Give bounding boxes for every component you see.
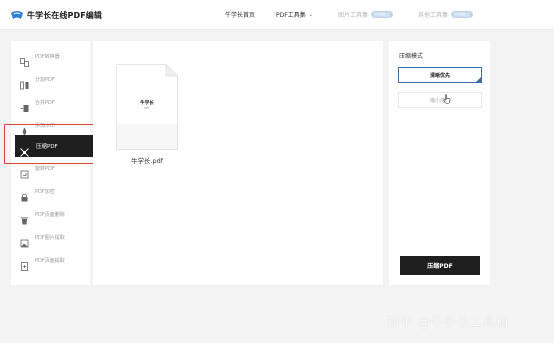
active-tool-highlight (4, 124, 98, 164)
rotate-icon (20, 164, 29, 178)
pdf-file-thumbnail[interactable]: 牛学长 PDF (116, 64, 178, 150)
trash-icon (20, 210, 29, 224)
split-icon (20, 75, 29, 89)
thumbnail-subtitle: PDF (144, 106, 150, 110)
lock-icon (20, 187, 29, 201)
sidebar-item-delete-pages[interactable]: PDF页面删除 (11, 203, 90, 225)
sidebar-item-label: PDF页面删除 (35, 211, 65, 218)
logo-text: 牛学长在线PDF编辑 (27, 10, 102, 20)
nav-other-tools-label: 其他工具集 (418, 12, 449, 19)
sidebar-item-label: 分割PDF (35, 76, 55, 83)
coming-soon-badge: 即将推出 (371, 11, 394, 18)
size-priority-option[interactable]: 缩小优先 (398, 92, 482, 108)
top-navigation-bar: 牛学长在线PDF编辑 牛学长首页 PDF工具集 ⌄ 图片工具集 即将推出 其他工… (0, 0, 554, 30)
sidebar-item-label: PDF转换器 (35, 53, 60, 60)
coming-soon-badge: 即将推出 (451, 11, 474, 18)
option-label: 清晰优先 (429, 72, 450, 79)
sidebar-item-label: PDF加密 (35, 188, 55, 195)
sidebar-item-extract-images[interactable]: PDF图片提取 (11, 226, 90, 248)
file-name: 牛学长.pdf (130, 157, 164, 165)
hand-cursor-icon (443, 94, 451, 104)
sidebar-item-label: PDF图片提取 (35, 234, 65, 241)
nav-other-tools[interactable]: 其他工具集 即将推出 (418, 10, 474, 19)
nav-pdf-tools-label: PDF工具集 (276, 12, 306, 19)
nav-image-tools[interactable]: 图片工具集 即将推出 (338, 10, 394, 19)
image-extract-icon (20, 233, 29, 247)
compress-pdf-button[interactable]: 压缩PDF (400, 256, 480, 275)
page-extract-icon (20, 256, 29, 271)
sidebar-item-pdf-converter[interactable]: PDF转换器 (11, 45, 90, 67)
sidebar-item-label: 旋转PDF (35, 165, 55, 172)
merge-icon (20, 98, 29, 112)
convert-icon (20, 52, 29, 67)
sidebar-item-split-pdf[interactable]: 分割PDF (11, 68, 90, 90)
sidebar-item-extract-pages[interactable]: PDF页面提取 (11, 249, 90, 271)
clarity-priority-option[interactable]: 清晰优先 (398, 67, 482, 83)
site-logo[interactable]: 牛学长在线PDF编辑 (10, 7, 102, 23)
nav-image-tools-label: 图片工具集 (338, 12, 369, 19)
sidebar-item-encrypt-pdf[interactable]: PDF加密 (11, 180, 90, 202)
sidebar-item-label: 合并PDF (35, 99, 55, 106)
sidebar-item-label: PDF页面提取 (35, 257, 65, 264)
compression-mode-title: 压缩模式 (399, 53, 424, 60)
selected-corner-icon (476, 77, 481, 82)
sidebar-item-merge-pdf[interactable]: 合并PDF (11, 91, 90, 113)
file-workspace: 牛学长 PDF 牛学长.pdf (93, 41, 383, 285)
chevron-down-icon: ⌄ (308, 11, 313, 18)
logo-icon (10, 10, 24, 20)
compression-panel: 压缩模式 清晰优先 缩小优先 压缩PDF (389, 41, 490, 285)
nav-home-link[interactable]: 牛学长首页 (225, 10, 255, 19)
zhihu-watermark: 知乎 @牛学长工具箱 (387, 314, 509, 329)
nav-pdf-tools-menu[interactable]: PDF工具集 ⌄ (276, 10, 313, 20)
